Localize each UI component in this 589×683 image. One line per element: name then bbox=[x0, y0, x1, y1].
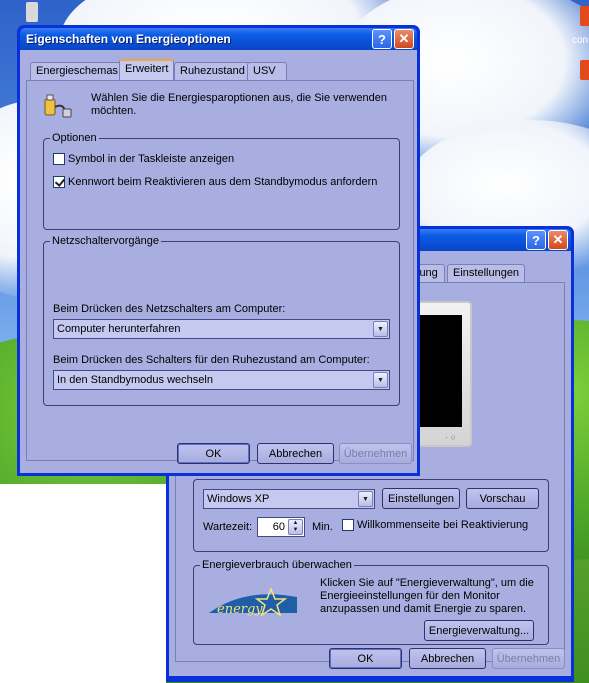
power-options-window: Eigenschaften von Energieoptionen ? ✕ En… bbox=[17, 25, 420, 476]
desktop-shortcut-icon[interactable] bbox=[580, 6, 589, 26]
back-apply-button[interactable]: Übernehmen bbox=[492, 648, 565, 669]
chevron-down-icon[interactable]: ▼ bbox=[358, 491, 373, 507]
power-button-select[interactable]: Computer herunterfahren ▼ bbox=[53, 319, 390, 339]
blank-area bbox=[0, 484, 166, 683]
close-button[interactable]: ✕ bbox=[394, 29, 414, 49]
energy-text-2: Energieeinstellungen für den Monitor bbox=[320, 590, 500, 602]
chevron-down-icon[interactable]: ▼ bbox=[373, 321, 388, 337]
taskbar-icon-checkbox[interactable]: Symbol in der Taskleiste anzeigen bbox=[53, 153, 234, 165]
checkbox-label: Symbol in der Taskleiste anzeigen bbox=[68, 153, 235, 165]
intro-text: Wählen Sie die Energiesparoptionen aus, … bbox=[91, 92, 387, 117]
checkbox-label: Kennwort beim Reaktivieren aus dem Stand… bbox=[68, 176, 378, 188]
apply-button[interactable]: Übernehmen bbox=[339, 443, 412, 464]
screensaver-preview-button[interactable]: Vorschau bbox=[466, 488, 539, 509]
power-button-value: Computer herunterfahren bbox=[57, 323, 181, 335]
password-on-resume-checkbox[interactable]: Kennwort beim Reaktivieren aus dem Stand… bbox=[53, 176, 377, 188]
sleep-button-label: Beim Drücken des Schalters für den Ruhez… bbox=[53, 354, 370, 366]
power-plug-icon bbox=[41, 91, 75, 121]
checkbox-box[interactable] bbox=[53, 153, 65, 165]
titlebar[interactable]: Eigenschaften von Energieoptionen ? ✕ bbox=[20, 28, 417, 50]
back-cancel-button[interactable]: Abbrechen bbox=[409, 648, 486, 669]
sleep-button-value: In den Standbymodus wechseln bbox=[57, 374, 213, 386]
tabpanel-erweitert: Wählen Sie die Energiesparoptionen aus, … bbox=[26, 80, 414, 461]
energy-management-button[interactable]: Energieverwaltung... bbox=[424, 620, 534, 641]
wait-label: Wartezeit: bbox=[203, 521, 253, 533]
ok-button[interactable]: OK bbox=[177, 443, 250, 464]
sleep-button-select[interactable]: In den Standbymodus wechseln ▼ bbox=[53, 370, 390, 390]
spinner-arrows-icon[interactable]: ▲ ▼ bbox=[288, 519, 303, 535]
welcome-checkbox-box[interactable] bbox=[342, 519, 354, 531]
wait-unit: Min. bbox=[312, 521, 333, 533]
cancel-button[interactable]: Abbrechen bbox=[257, 443, 334, 464]
tab-settings[interactable]: Einstellungen bbox=[447, 264, 526, 282]
power-buttons-group-title: Netzschaltervorgänge bbox=[50, 235, 162, 247]
client-area: Energieschemas Erweitert Ruhezustand USV… bbox=[20, 50, 417, 473]
energy-text-3: anzupassen und damit Energie zu sparen. bbox=[320, 603, 527, 615]
power-led-icon: · ○ bbox=[445, 432, 456, 442]
help-button[interactable]: ? bbox=[526, 230, 546, 250]
energy-text-1: Klicken Sie auf "Energieverwaltung", um … bbox=[320, 577, 534, 589]
svg-text:energy: energy bbox=[217, 602, 263, 617]
window-title: Eigenschaften von Energieoptionen bbox=[26, 32, 231, 46]
tab-ruhezustand[interactable]: Ruhezustand bbox=[174, 62, 251, 80]
screensaver-select[interactable]: Windows XP ▼ bbox=[203, 489, 375, 509]
checkbox-box-checked[interactable] bbox=[53, 176, 65, 188]
chevron-down-icon[interactable]: ▼ bbox=[373, 372, 388, 388]
power-button-label: Beim Drücken des Netzschalters am Comput… bbox=[53, 303, 286, 315]
tab-erweitert[interactable]: Erweitert bbox=[119, 59, 175, 80]
recycle-bin-icon[interactable] bbox=[26, 2, 38, 22]
help-button[interactable]: ? bbox=[372, 29, 392, 49]
tab-energieschemas[interactable]: Energieschemas bbox=[30, 62, 124, 80]
welcome-checkbox-label: Willkommenseite bei Reaktivierung bbox=[357, 519, 529, 531]
options-group-title: Optionen bbox=[50, 132, 99, 144]
desktop-shortcut-icon[interactable] bbox=[580, 60, 589, 80]
back-ok-button[interactable]: OK bbox=[329, 648, 402, 669]
screensaver-settings-button[interactable]: Einstellungen bbox=[382, 488, 460, 509]
desktop-icon-label: con bbox=[572, 35, 589, 46]
wait-stepper[interactable]: 60 ▲ ▼ bbox=[257, 517, 305, 537]
tab-usv[interactable]: USV bbox=[247, 62, 287, 80]
close-button[interactable]: ✕ bbox=[548, 230, 568, 250]
energy-star-logo-icon: energy bbox=[205, 583, 301, 623]
welcome-checkbox[interactable]: Willkommenseite bei Reaktivierung bbox=[342, 519, 528, 531]
energy-group-title: Energieverbrauch überwachen bbox=[200, 559, 354, 571]
wait-value: 60 bbox=[272, 521, 285, 533]
screensaver-value: Windows XP bbox=[207, 493, 270, 505]
